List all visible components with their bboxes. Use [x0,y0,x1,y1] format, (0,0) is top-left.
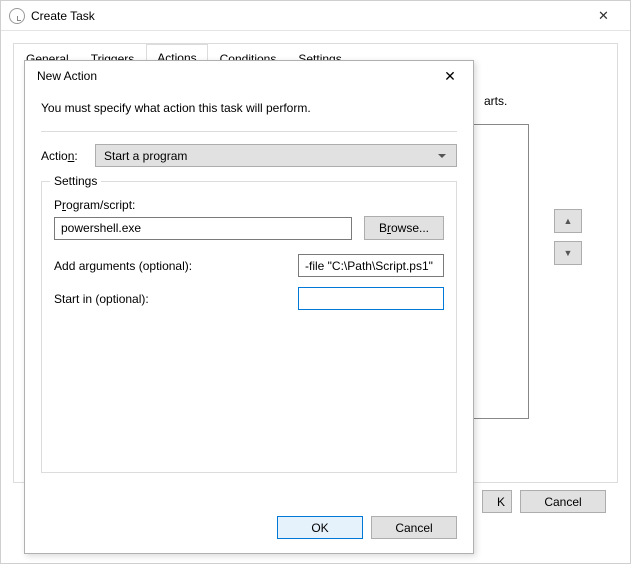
window-title: Create Task [31,9,95,23]
action-label: Action: [41,149,85,163]
dialog-titlebar[interactable]: New Action ✕ [25,61,473,91]
arguments-row: Add arguments (optional): [54,254,444,277]
dialog-body: You must specify what action this task w… [25,91,473,504]
action-dropdown[interactable]: Start a program [95,144,457,167]
program-row: Browse... [54,216,444,240]
arguments-label: Add arguments (optional): [54,259,298,273]
ok-button-partial[interactable]: K [482,490,512,513]
cancel-button[interactable]: Cancel [520,490,606,513]
titlebar[interactable]: Create Task ✕ [1,1,630,31]
action-dropdown-value: Start a program [104,149,187,163]
action-row: Action: Start a program [41,144,457,167]
move-down-button[interactable]: ▼ [554,241,582,265]
new-action-dialog: New Action ✕ You must specify what actio… [24,60,474,554]
dialog-instruction: You must specify what action this task w… [41,101,457,115]
cancel-button[interactable]: Cancel [371,516,457,539]
settings-fieldset: Settings Program/script: Browse... Add a… [41,181,457,473]
close-icon[interactable]: ✕ [581,2,626,30]
reorder-buttons: ▲ ▼ [554,209,582,265]
settings-legend: Settings [50,174,101,188]
move-up-button[interactable]: ▲ [554,209,582,233]
divider [41,131,457,132]
arguments-input[interactable] [298,254,444,277]
actions-instruction-partial: arts. [484,94,507,108]
startin-row: Start in (optional): [54,287,444,310]
spacer [54,320,444,460]
startin-label: Start in (optional): [54,292,298,306]
dialog-footer: OK Cancel [25,504,473,553]
program-label: Program/script: [54,198,444,212]
startin-input[interactable] [298,287,444,310]
browse-button[interactable]: Browse... [364,216,444,240]
clock-icon [9,8,25,24]
ok-button[interactable]: OK [277,516,363,539]
program-input[interactable] [54,217,352,240]
close-icon[interactable]: ✕ [435,68,465,85]
dialog-title: New Action [37,69,97,83]
outer-button-row: K Cancel [482,490,606,513]
